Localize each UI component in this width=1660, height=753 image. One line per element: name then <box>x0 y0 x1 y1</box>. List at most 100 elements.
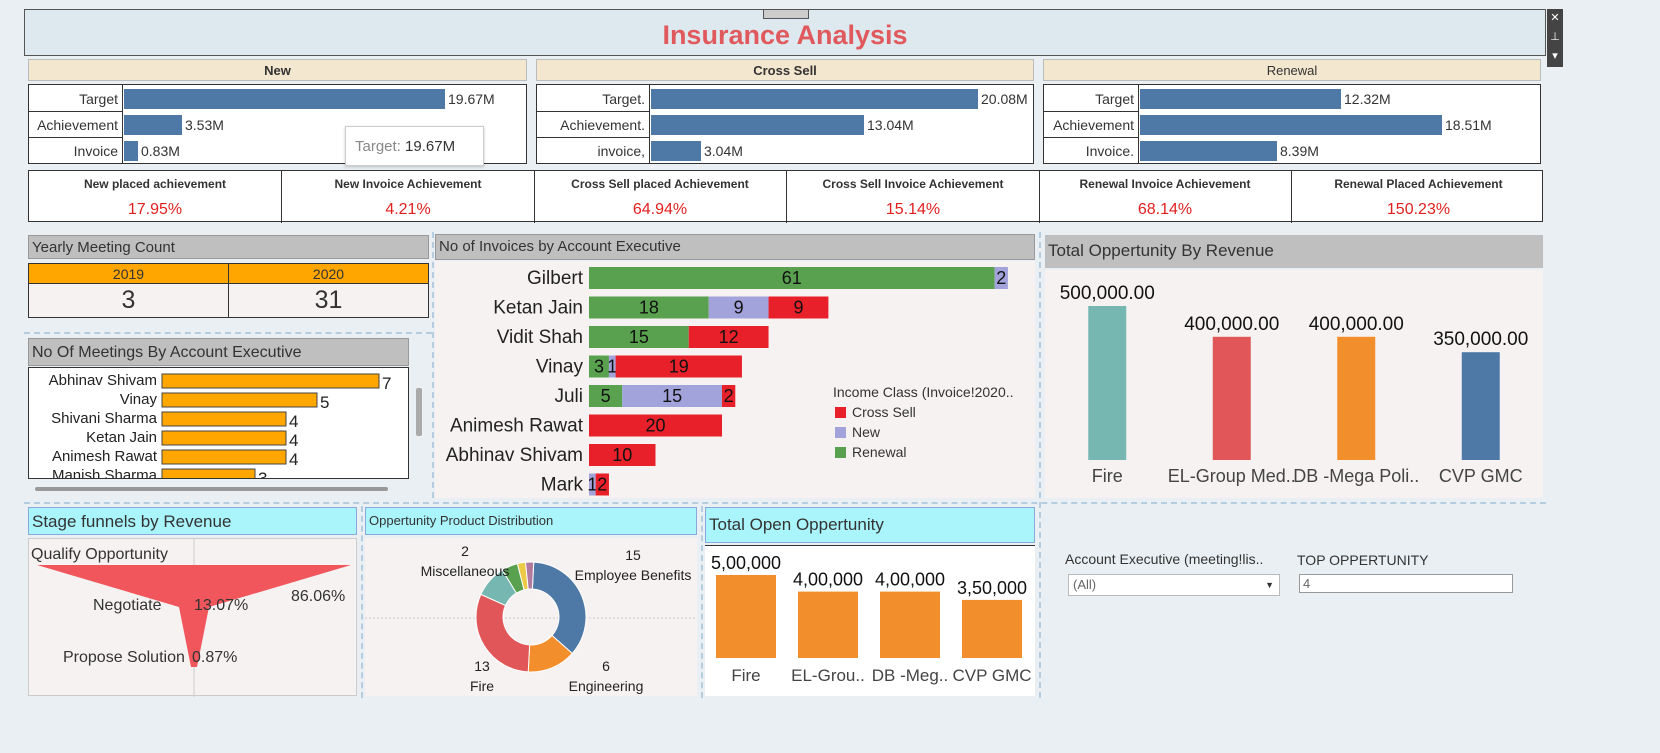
legend-swatch <box>835 407 846 418</box>
meeting-bar[interactable] <box>161 411 287 427</box>
metric-value: 64.94% <box>632 201 688 218</box>
donut-label: 13 <box>474 658 490 674</box>
meeting-bar[interactable] <box>161 449 287 465</box>
kpi-row-divider <box>1044 137 1138 138</box>
metric-cell: New Invoice Achievement 4.21% <box>282 171 535 223</box>
open-opp-value: 3,50,000 <box>957 578 1027 598</box>
invoice-exec-label: Vinay <box>536 357 584 378</box>
funnel-value: 0.87% <box>192 649 237 666</box>
kpi-bar-value: 19.67M <box>448 91 495 107</box>
meetings-exec-pane: Abhinav Shivam 7 Vinay 5 Shivani Sharma 4 Keta… <box>28 367 409 479</box>
legend-swatch <box>835 447 846 458</box>
legend-label[interactable]: Cross Sell <box>852 404 916 420</box>
open-opp-category: DB -Meg.. <box>872 666 949 685</box>
kpi-bar-value: 8.39M <box>1280 143 1319 159</box>
kpi-row-label: Invoice <box>73 143 118 159</box>
opp-revenue-value: 400,000.00 <box>1309 314 1404 335</box>
kpi-row-label: Invoice. <box>1085 143 1134 159</box>
divider <box>432 232 434 498</box>
open-opp-bar[interactable] <box>716 575 776 658</box>
kpi-bar-value: 12.32M <box>1344 91 1391 107</box>
opp-revenue-bar[interactable] <box>1461 352 1500 460</box>
tooltip-value: 19.67M <box>405 138 456 155</box>
opp-revenue-bar[interactable] <box>1088 306 1127 460</box>
opp-revenue-category: EL-Group Med.. <box>1168 466 1296 486</box>
vertical-scrollbar[interactable] <box>416 388 422 436</box>
invoice-bar-value: 61 <box>782 268 802 288</box>
invoice-bar-value: 5 <box>601 386 611 406</box>
yearly-meeting-title: Yearly Meeting Count <box>28 235 429 259</box>
meeting-bar-value: 4 <box>289 450 298 469</box>
legend-label[interactable]: Renewal <box>852 444 906 460</box>
meeting-bar[interactable] <box>161 373 380 389</box>
invoice-bar-value: 3 <box>594 357 604 377</box>
meeting-exec-label: Animesh Rawat <box>52 448 158 465</box>
donut-label: 6 <box>602 658 610 674</box>
opp-revenue-value: 500,000.00 <box>1060 283 1155 304</box>
funnel-stage-label: Negotiate <box>93 597 162 614</box>
kpi-bar[interactable] <box>124 115 182 135</box>
top-opp-input[interactable] <box>1299 574 1513 593</box>
meeting-bar-value: 5 <box>320 393 329 412</box>
meeting-bar[interactable] <box>161 392 318 408</box>
opp-revenue-bar[interactable] <box>1212 336 1251 460</box>
invoice-bar-value: 2 <box>597 475 607 495</box>
invoice-exec-label: Animesh Rawat <box>450 416 584 437</box>
top-opp-label: TOP OPPERTUNITY <box>1297 552 1429 568</box>
kpi-panel-header: Cross Sell <box>536 59 1034 81</box>
kpi-bar[interactable] <box>124 141 138 161</box>
metric-cell: Renewal Placed Achievement 150.23% <box>1292 171 1545 223</box>
kpi-label-divider <box>1138 85 1139 163</box>
kpi-panels-wrap: New Target 19.67M Achievement 3.53M Invoice 0.… <box>0 0 1660 170</box>
kpi-bar[interactable] <box>651 141 701 161</box>
open-opp-bar[interactable] <box>880 591 940 658</box>
account-exec-select[interactable]: (All) ▼ <box>1068 574 1280 596</box>
kpi-bar[interactable] <box>1140 89 1341 109</box>
meeting-bar-value: 4 <box>289 412 298 431</box>
open-opp-bar[interactable] <box>798 591 858 658</box>
tooltip-label: Target: <box>355 138 401 155</box>
kpi-bar[interactable] <box>651 89 978 109</box>
funnel-chart: Qualify Opportunity Negotiate Propose Solu… <box>31 539 351 697</box>
kpi-bar[interactable] <box>124 89 445 109</box>
opp-revenue-value: 400,000.00 <box>1184 314 1279 335</box>
open-opp-bar[interactable] <box>962 599 1022 658</box>
opp-revenue-value: 350,000.00 <box>1433 329 1528 350</box>
meeting-bar[interactable] <box>161 468 256 478</box>
open-opp-pane: 5,00,000 Fire 4,00,000 EL-Grou.. 4,00,000 DB … <box>705 545 1035 696</box>
horizontal-scrollbar[interactable] <box>35 487 388 491</box>
kpi-label-divider <box>122 85 123 163</box>
donut-label: Employee Benefits <box>575 567 692 583</box>
invoice-exec-label: Vidit Shah <box>497 327 583 348</box>
meeting-bar[interactable] <box>161 430 287 446</box>
kpi-bar[interactable] <box>1140 115 1442 135</box>
year-2019-count: 3 <box>29 284 229 317</box>
divider <box>24 502 1546 504</box>
opp-revenue-category: DB -Mega Poli.. <box>1293 466 1419 486</box>
divider <box>24 332 432 334</box>
kpi-bar-value: 20.08M <box>981 91 1028 107</box>
open-opp-value: 4,00,000 <box>793 570 863 590</box>
meeting-bar-value: 3 <box>258 469 267 478</box>
legend-label[interactable]: New <box>852 424 881 440</box>
kpi-bar[interactable] <box>1140 141 1277 161</box>
divider <box>361 506 363 698</box>
invoice-exec-label: Abhinav Shivam <box>446 445 583 466</box>
open-opp-category: CVP GMC <box>952 666 1031 685</box>
meeting-exec-label: Vinay <box>120 391 158 408</box>
kpi-bar-value: 0.83M <box>141 143 180 159</box>
kpi-label-divider <box>649 85 650 163</box>
kpi-bar[interactable] <box>651 115 864 135</box>
metric-label: Renewal Placed Achievement <box>1334 177 1503 191</box>
invoice-bar-value: 19 <box>669 357 689 377</box>
open-opp-value: 5,00,000 <box>711 553 781 573</box>
meeting-exec-label: Ketan Jain <box>86 429 157 446</box>
open-opp-category: EL-Grou.. <box>791 666 865 685</box>
opp-revenue-bar[interactable] <box>1337 336 1376 460</box>
kpi-row-label: Target. <box>602 91 645 107</box>
tooltip: Target: 19.67M <box>345 126 484 166</box>
metrics-row: New placed achievement 17.95% New Invoice … <box>28 170 1545 223</box>
invoice-bar-value: 9 <box>793 298 803 318</box>
funnel-value: 13.07% <box>194 597 248 614</box>
meeting-bar-value: 7 <box>382 374 391 393</box>
